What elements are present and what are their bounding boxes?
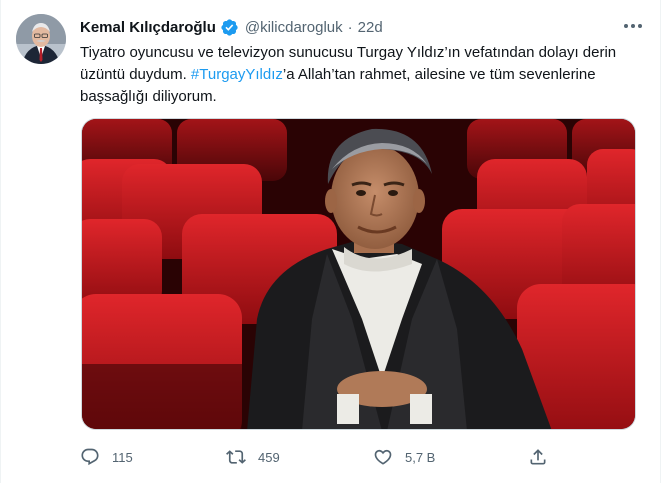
- tweet-photo[interactable]: [81, 118, 636, 430]
- reply-icon: [81, 448, 99, 466]
- retweet-count: 459: [258, 449, 280, 465]
- avatar-image: [16, 14, 66, 64]
- like-count: 5,7 B: [405, 449, 436, 465]
- display-name[interactable]: Kemal Kılıçdaroğlu: [80, 19, 216, 36]
- like-icon: [374, 449, 392, 465]
- tweet-text: Tiyatro oyuncusu ve televizyon sunucusu …: [80, 42, 640, 108]
- tweet-actions: 115 459 5,7 B: [80, 444, 550, 470]
- share-icon: [530, 449, 546, 465]
- separator-dot: ·: [347, 18, 353, 36]
- hashtag-link[interactable]: #TurgayYıldız: [191, 66, 283, 83]
- more-icon[interactable]: [619, 14, 647, 38]
- avatar[interactable]: [16, 14, 66, 64]
- reply-count: 115: [112, 449, 133, 465]
- left-border: [0, 0, 1, 483]
- tweet-header: Kemal Kılıçdaroğlu @kilicdarogluk · 22d: [80, 16, 645, 38]
- verified-badge-icon: [221, 18, 238, 36]
- tweet-card[interactable]: Kemal Kılıçdaroğlu @kilicdarogluk · 22d …: [0, 0, 661, 483]
- more-dot: [631, 24, 635, 28]
- retweet-icon: [226, 450, 246, 464]
- more-dot: [624, 24, 628, 28]
- timestamp[interactable]: 22d: [358, 19, 383, 36]
- reply-button[interactable]: 115: [80, 444, 133, 470]
- photo-image: [82, 119, 635, 429]
- retweet-button[interactable]: 459: [226, 444, 280, 470]
- handle[interactable]: @kilicdarogluk: [245, 19, 343, 36]
- share-button[interactable]: [528, 444, 548, 470]
- more-dot: [638, 24, 642, 28]
- like-button[interactable]: 5,7 B: [373, 444, 435, 470]
